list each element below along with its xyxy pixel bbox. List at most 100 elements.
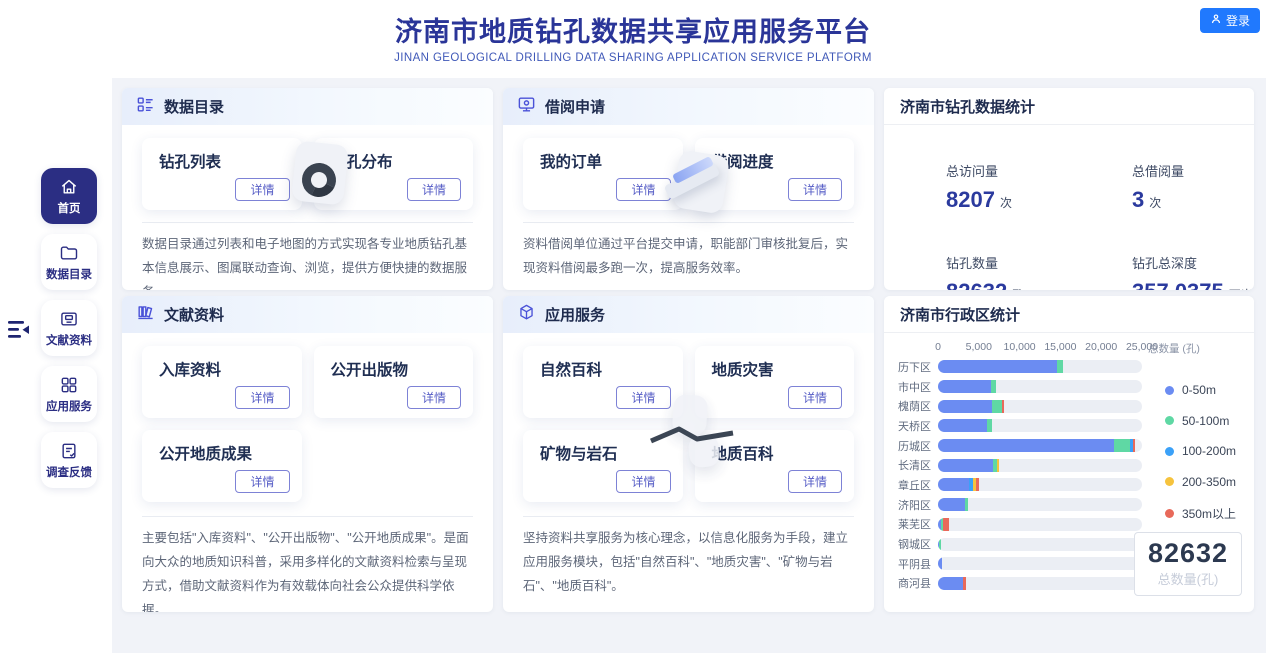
legend-item-0-50m[interactable]: 0-50m [1165,383,1236,397]
detail-button-drill-distribution[interactable]: 详情 [407,178,461,201]
stat-total-visits: 总访问量 8207次 [946,161,1132,213]
divider [142,222,473,223]
card-title: 应用服务 [545,304,605,325]
subcard-title: 自然百科 [523,346,683,380]
chart-axis: 05,00010,00015,00020,00025,000总数量 (孔) [938,341,1142,357]
legend-label: 50-100m [1182,414,1229,428]
axis-tick: 15,000 [1044,341,1076,353]
legend-item-200-350m[interactable]: 200-350m [1165,475,1236,489]
books-icon [136,303,155,327]
legend-dot [1165,477,1174,486]
page: 济南市地质钻孔数据共享应用服务平台 JINAN GEOLOGICAL DRILL… [0,0,1266,653]
subcard-minerals-rocks[interactable]: 矿物与岩石 详情 [523,430,683,502]
detail-button-drill-list[interactable]: 详情 [235,178,289,201]
sidebar-item-label: 文献资料 [46,332,92,348]
detail-button-publications[interactable]: 详情 [407,386,461,409]
main-content: 数据目录 钻孔列表 详情 钻孔分布 详情 [122,88,1254,612]
subcard-geo-encyclopedia[interactable]: 地质百科 详情 [695,430,855,502]
subcard-title: 钻孔列表 [142,138,302,172]
stat-unit: 孔 [1012,288,1024,290]
chart-row-label: 历城区 [898,438,938,454]
bar-segment-0-50m [938,360,1057,373]
legend-dot [1165,386,1174,395]
chart-bar-track [938,360,1142,373]
card-title: 济南市钻孔数据统计 [900,96,1035,117]
detail-button-public-geo-results[interactable]: 详情 [235,470,289,493]
card-body: 入库资料 详情 公开出版物 详情 公开地质成果 详情 主要包括"入库资料"、"公… [122,333,493,612]
subcard-row: 公开地质成果 详情 [142,430,473,502]
subcard-title: 借阅进度 [695,138,855,172]
card-description: 资料借阅单位通过平台提交申请，职能部门审核批复后，实现资料借阅最多跑一次，提高服… [523,232,854,280]
sidebar-collapse-toggle[interactable] [7,317,33,343]
legend-item-50-100m[interactable]: 50-100m [1165,414,1236,428]
card-title: 借阅申请 [545,96,605,117]
detail-button-hazards[interactable]: 详情 [788,386,842,409]
legend-label: 100-200m [1182,444,1236,458]
sidebar-item-app-service[interactable]: 应用服务 [41,366,97,422]
subcard-my-orders[interactable]: 我的订单 详情 [523,138,683,210]
subcard-drill-list[interactable]: 钻孔列表 详情 [142,138,302,210]
subcard-public-geo-results[interactable]: 公开地质成果 详情 [142,430,302,502]
bar-segment-50-100m [1057,360,1063,373]
subcard-borrow-progress[interactable]: 借阅进度 详情 [695,138,855,210]
menu-collapse-icon [7,317,33,343]
subcard-publications[interactable]: 公开出版物 详情 [314,346,474,418]
subcard-geo-hazards[interactable]: 地质灾害 详情 [695,346,855,418]
chart-bar-track [938,557,1142,570]
bar-segment-50-100m [939,538,941,551]
chart-row-label: 商河县 [898,575,938,591]
subcard-nature-encyclopedia[interactable]: 自然百科 详情 [523,346,683,418]
legend-label: 200-350m [1182,475,1236,489]
detail-button-archived-data[interactable]: 详情 [235,386,289,409]
card-chart-header: 济南市行政区统计 [884,296,1254,333]
feedback-icon [59,441,79,461]
sidebar-item-label: 应用服务 [46,398,92,414]
card-borrow-apply: 借阅申请 我的订单 详情 借阅进度 详情 [503,88,874,290]
bar-segment-350m以上 [1133,439,1134,452]
legend-item-100-200m[interactable]: 100-200m [1165,444,1236,458]
login-button[interactable]: 登录 [1200,8,1260,33]
legend-item-350m以上[interactable]: 350m以上 [1165,505,1236,522]
login-label: 登录 [1226,12,1250,29]
total-caption: 总数量(孔) [1139,569,1237,588]
bar-segment-0-50m [938,419,987,432]
stat-label: 总借阅量 [1132,161,1254,180]
sidebar: 首页 数据目录 文献资料 应用服务 调查反馈 [41,168,97,498]
card-description: 坚持资料共享服务为核心理念，以信息化服务为手段，建立应用服务模块，包括"自然百科… [523,526,854,598]
sidebar-item-label: 调查反馈 [46,464,92,480]
card-data-catalog: 数据目录 钻孔列表 详情 钻孔分布 详情 [122,88,493,290]
chart-bar-track [938,518,1142,531]
bar-segment-200-350m [997,459,999,472]
screen-icon [517,95,536,119]
stat-label: 钻孔数量 [946,253,1132,272]
subcard-drill-distribution[interactable]: 钻孔分布 详情 [314,138,474,210]
decor-3d-gear [492,385,493,465]
chart-total-box: 82632 总数量(孔) [1134,532,1242,596]
sidebar-item-feedback[interactable]: 调查反馈 [41,432,97,488]
chart-row-label: 槐荫区 [898,398,938,414]
chart-row-label: 莱芜区 [898,516,938,532]
archive-icon [59,309,79,329]
card-description: 数据目录通过列表和电子地图的方式实现各专业地质钻孔基本信息展示、图属联动查询、浏… [142,232,473,290]
stats-grid: 总访问量 8207次 总借阅量 3次 钻孔数量 82632孔 钻孔总深度 357… [884,125,1254,290]
detail-button-minerals[interactable]: 详情 [616,470,670,493]
detail-button-borrow-progress[interactable]: 详情 [788,178,842,201]
card-literature: 文献资料 入库资料 详情 公开出版物 详情 [122,296,493,612]
bar-segment-0-50m [938,498,965,511]
chart-bar-track [938,419,1142,432]
legend-dot [1165,509,1174,518]
stat-unit: 次 [1149,196,1161,210]
sidebar-item-literature[interactable]: 文献资料 [41,300,97,356]
detail-button-my-orders[interactable]: 详情 [616,178,670,201]
bar-segment-0-50m [938,380,991,393]
detail-button-geo-encyclopedia[interactable]: 详情 [788,470,842,493]
stat-value: 8207次 [946,187,1132,213]
sidebar-item-data-catalog[interactable]: 数据目录 [41,234,97,290]
chart-row-label: 章丘区 [898,477,938,493]
chart-row-label: 天桥区 [898,418,938,434]
card-app-service: 应用服务 自然百科 详情 地质灾害 详情 [503,296,874,612]
subcard-archived-data[interactable]: 入库资料 详情 [142,346,302,418]
sidebar-item-home[interactable]: 首页 [41,168,97,224]
sidebar-item-label: 数据目录 [46,266,92,282]
detail-button-nature[interactable]: 详情 [616,386,670,409]
